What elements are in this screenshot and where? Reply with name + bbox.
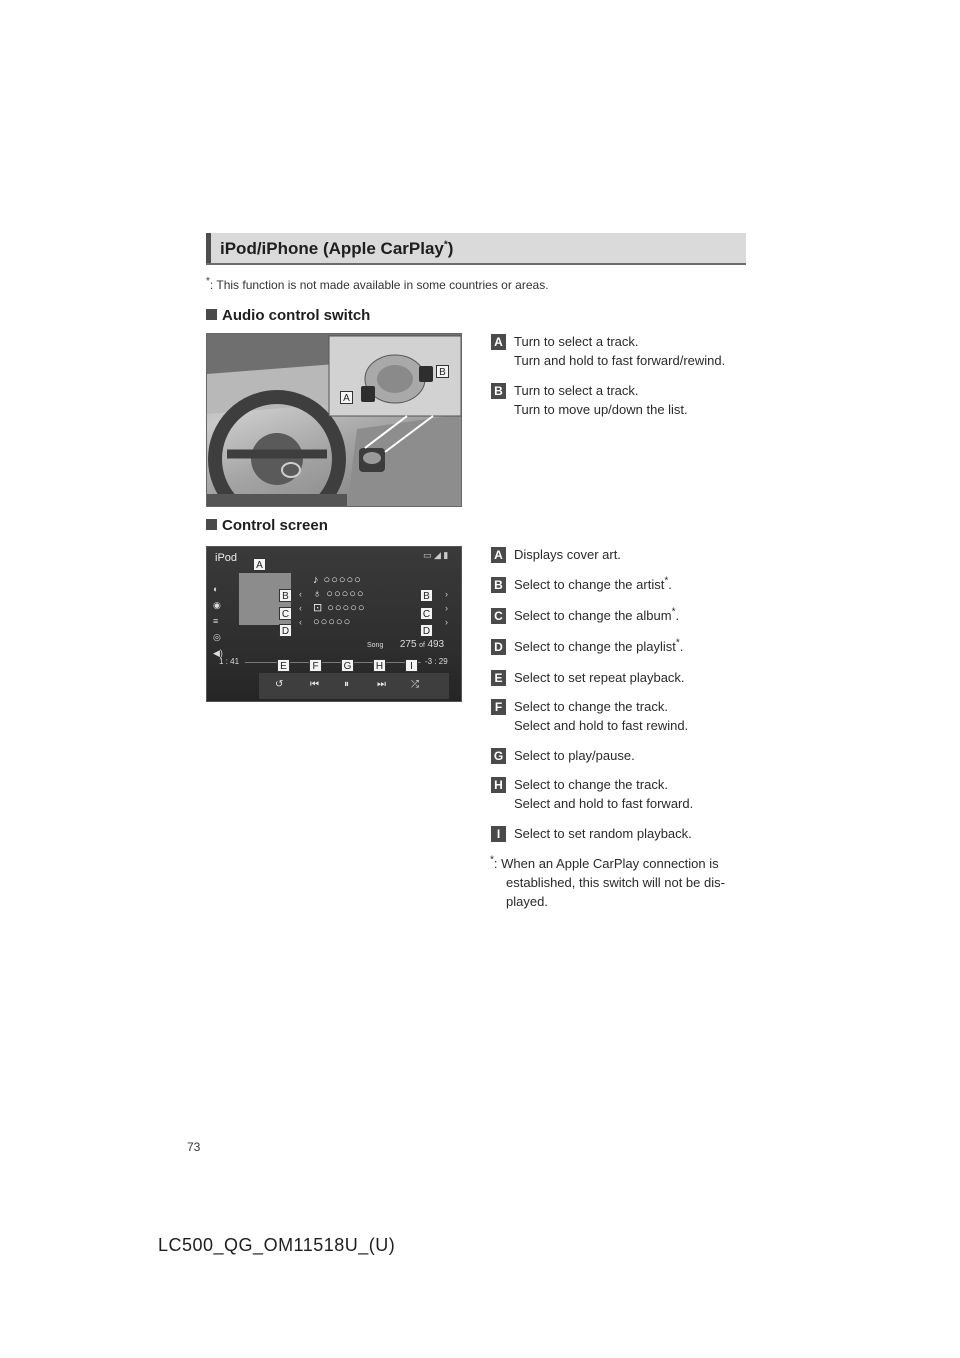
shuffle-icon: ⤮: [411, 679, 419, 690]
screen-callout-b-right: B: [420, 589, 433, 602]
remaining-time: -3 : 29: [425, 657, 448, 666]
album-row: ⊡ ○○○○○: [313, 602, 366, 614]
screen-callout-e: E: [277, 659, 290, 672]
artist-row: ♁ ○○○○○: [313, 588, 365, 600]
section-header-bar: [206, 233, 211, 263]
control-screen-image: iPod ▭ ◢ ▮ ◐ ◉ ≡ ◎ ◀) ♪ ○○○○○ ♁ ○○○○○ ⊡ …: [206, 546, 462, 702]
playlist-row: ○○○○○: [313, 616, 352, 628]
screen-callout-c-left: C: [279, 607, 292, 620]
screen-item-d-text: Select to change the playlist*.: [514, 637, 684, 654]
song-row: ♪ ○○○○○: [313, 574, 362, 586]
screen-callout-b-left: B: [279, 589, 292, 602]
screen-item-c-text: Select to change the album*.: [514, 606, 680, 623]
legend-badge-f: F: [491, 699, 506, 715]
pause-icon: ⏸: [344, 679, 349, 690]
photo-callout-a: A: [340, 391, 353, 404]
screen-item-a-text: Displays cover art.: [514, 547, 621, 562]
legend-badge-a: A: [491, 334, 506, 350]
rewind-icon: ⏮: [310, 679, 319, 690]
screen-callout-d-left: D: [279, 624, 292, 637]
screen-callout-c-right: C: [420, 607, 433, 620]
audio-item-a-text: Turn to select a track. Turn and hold to…: [514, 334, 726, 368]
screen-item-f-text: Select to change the track. Select and h…: [514, 699, 689, 733]
audio-item-b-text: Turn to select a track. Turn to move up/…: [514, 383, 688, 417]
eye-icon: ◎: [213, 632, 221, 642]
screen-callout-g: G: [341, 659, 354, 672]
audio-switch-heading: Audio control switch: [206, 307, 370, 324]
bottom-footnote: *: When an Apple CarPlay connection is e…: [490, 854, 725, 909]
screen-callout-f: F: [309, 659, 322, 672]
list-icon: ≡: [213, 616, 219, 626]
screen-item-b-text: Select to change the artist*.: [514, 575, 672, 592]
legend-badge-h: H: [491, 777, 506, 793]
screen-source-icons: ◐ ◉ ≡ ◎ ◀): [213, 581, 223, 661]
control-screen-heading: Control screen: [206, 517, 328, 534]
legend-badge-b: B: [491, 577, 506, 593]
screen-rows: ♪ ○○○○○ ♁ ○○○○○ ⊡ ○○○○○ ○○○○○: [313, 573, 366, 629]
legend-badge-e: E: [491, 670, 506, 686]
progress-track: [245, 662, 421, 663]
square-bullet-icon: [206, 309, 217, 320]
section-title: iPod/iPhone (Apple CarPlay*): [220, 239, 454, 258]
screen-callout-d-right: D: [420, 624, 433, 637]
legend-badge-i: I: [491, 826, 506, 842]
legend-badge-c: C: [491, 608, 506, 624]
photo-callout-b: B: [436, 365, 449, 378]
source-icon: ◐: [213, 584, 219, 594]
repeat-icon: ↺: [275, 679, 284, 690]
screen-item-e-text: Select to set repeat playback.: [514, 670, 685, 685]
legend-badge-g: G: [491, 748, 506, 764]
legend-badge-d: D: [491, 639, 506, 655]
legend-badge-a: A: [491, 547, 506, 563]
screen-app-label: iPod: [215, 552, 238, 564]
car-interior-illustration: [207, 334, 461, 506]
document-code: LC500_QG_OM11518U_(U): [158, 1235, 396, 1255]
status-bar-icons: ▭ ◢ ▮: [423, 550, 449, 560]
control-bar: ↺ ⏮ ⏸ ⏭ ⤮: [259, 673, 449, 699]
right-chevrons: › › ›: [445, 589, 448, 627]
screen-callout-i: I: [405, 659, 418, 672]
audio-switch-photo: B A: [206, 333, 462, 507]
forward-icon: ⏭: [377, 679, 386, 690]
screen-callout-h: H: [373, 659, 386, 672]
screen-item-g-text: Select to play/pause.: [514, 748, 635, 763]
screen-item-i-text: Select to set random playback.: [514, 826, 692, 841]
track-counter: Song 275 of 493: [367, 639, 445, 650]
square-bullet-icon: [206, 519, 217, 530]
page-number: 73: [187, 1140, 201, 1154]
elapsed-time: 1 : 41: [219, 657, 240, 666]
screen-item-h-text: Select to change the track. Select and h…: [514, 777, 694, 811]
left-chevrons: ‹ ‹ ‹: [299, 589, 302, 627]
screen-callout-a: A: [253, 558, 266, 571]
legend-badge-b: B: [491, 383, 506, 399]
section-header: iPod/iPhone (Apple CarPlay*): [206, 233, 746, 265]
play-source-icon: ◉: [213, 600, 221, 610]
top-footnote: *: This function is not made available i…: [206, 276, 549, 293]
